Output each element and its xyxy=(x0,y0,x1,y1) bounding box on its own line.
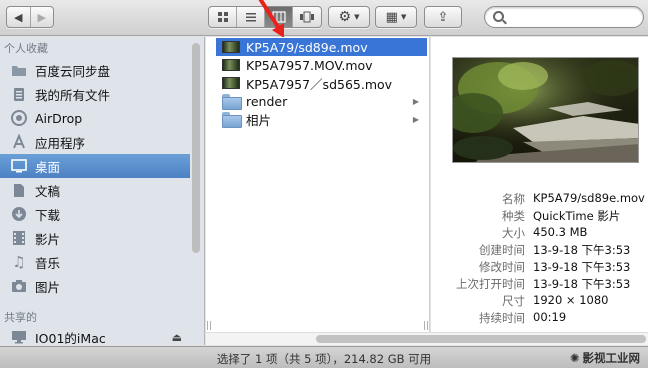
sidebar-item-label: 百度云同步盘 xyxy=(35,63,111,79)
disclosure-arrow-icon: ▶ xyxy=(412,114,419,124)
downloads-icon xyxy=(10,206,28,222)
movie-thumbnail-icon xyxy=(222,41,240,53)
sidebar-item-downloads[interactable]: 下载 xyxy=(0,202,190,226)
sidebar-heading-favorites: 个人收藏 xyxy=(4,42,48,55)
sidebar: 个人收藏 百度云同步盘 我的所有文件 AirDrop 应用程序 桌面 文稿 下载… xyxy=(0,37,205,346)
search-icon xyxy=(493,11,504,22)
nav-buttons: ◀ ▶ xyxy=(6,6,54,28)
icon-view-button[interactable] xyxy=(209,7,237,27)
status-text: 选择了 1 项（共 5 项），214.82 GB 可用 xyxy=(216,352,432,366)
music-icon: ♫ xyxy=(12,253,26,271)
cover-flow-icon xyxy=(300,11,314,23)
list-item[interactable]: KP5A7957／sd565.mov xyxy=(216,74,427,92)
search-field[interactable] xyxy=(484,6,644,28)
movie-thumbnail-icon xyxy=(222,77,240,89)
watermark: ✺ 影视工业网 xyxy=(570,350,640,366)
share-icon: ⇪ xyxy=(437,9,449,25)
sidebar-item-airdrop[interactable]: AirDrop xyxy=(0,106,190,130)
info-row-last-opened: 上次打开时间 13-9-18 下午3:53 xyxy=(456,277,631,291)
list-item[interactable]: 相片 ▶ xyxy=(216,110,427,128)
folder-name: render xyxy=(246,93,288,109)
info-row-kind: 种类 QuickTime 影片 xyxy=(502,209,621,223)
sidebar-item-label: 桌面 xyxy=(35,159,61,175)
sidebar-item-label: 音乐 xyxy=(35,255,61,271)
chevron-down-icon: ▼ xyxy=(354,13,360,21)
action-menu-button[interactable]: ⚙ ▼ xyxy=(328,6,370,28)
documents-icon xyxy=(10,182,28,198)
sidebar-item-movies[interactable]: 影片 xyxy=(0,226,190,250)
scrollbar-thumb[interactable] xyxy=(316,335,646,343)
folder-icon xyxy=(222,94,242,110)
file-name: KP5A7957／sd565.mov xyxy=(246,76,393,92)
list-item[interactable]: KP5A79/sd89e.mov xyxy=(216,38,427,56)
imac-icon xyxy=(10,329,28,345)
forward-arrow-icon: ▶ xyxy=(37,10,46,24)
sidebar-item-label: 图片 xyxy=(35,279,61,295)
toolbar: ◀ ▶ ⚙ ▼ ▦ ▼ ⇪ xyxy=(0,0,648,38)
arrange-icon: ▦ xyxy=(385,9,398,25)
info-row-modified: 修改时间 13-9-18 下午3:53 xyxy=(479,260,631,274)
info-row-name: 名称 KP5A79/sd89e.mov xyxy=(502,191,645,206)
all-files-icon xyxy=(10,86,28,102)
share-button[interactable]: ⇪ xyxy=(424,6,462,28)
icon-view-icon xyxy=(217,12,228,22)
desktop-icon xyxy=(10,158,28,174)
sidebar-item-baidu-sync[interactable]: 百度云同步盘 xyxy=(0,58,190,82)
list-item[interactable]: render ▶ xyxy=(216,92,427,110)
pictures-icon xyxy=(10,278,28,294)
airdrop-icon xyxy=(10,110,28,126)
sidebar-item-label: 影片 xyxy=(35,231,61,247)
gear-icon: ⚙ xyxy=(338,9,352,25)
file-name: KP5A79/sd89e.mov xyxy=(246,39,368,55)
sidebar-item-pictures[interactable]: 图片 xyxy=(0,274,190,298)
back-button[interactable]: ◀ xyxy=(7,7,31,27)
sidebar-item-applications[interactable]: 应用程序 xyxy=(0,130,190,154)
sidebar-scrollbar[interactable] xyxy=(190,39,202,259)
status-bar: 选择了 1 项（共 5 项），214.82 GB 可用 ✺ 影视工业网 xyxy=(0,346,648,368)
video-preview-image[interactable] xyxy=(452,57,639,163)
sidebar-item-label: 下载 xyxy=(35,207,61,223)
info-row-dimensions: 尺寸 1920 × 1080 xyxy=(502,293,609,308)
file-column: KP5A79/sd89e.mov KP5A7957.MOV.mov KP5A79… xyxy=(206,37,430,345)
folder-name: 相片 xyxy=(246,112,272,128)
info-row-duration: 持续时间 00:19 xyxy=(479,310,567,325)
file-name: KP5A7957.MOV.mov xyxy=(246,57,373,73)
preview-scene-image xyxy=(453,58,638,162)
applications-icon xyxy=(10,134,28,150)
sidebar-item-music[interactable]: ♫ 音乐 xyxy=(0,250,190,274)
watermark-logo-icon: ✺ xyxy=(569,351,580,365)
arrange-menu-button[interactable]: ▦ ▼ xyxy=(375,6,417,28)
sidebar-item-label: AirDrop xyxy=(35,110,83,126)
sidebar-item-label: 文稿 xyxy=(35,183,61,199)
sidebar-item-documents[interactable]: 文稿 xyxy=(0,178,190,202)
folder-icon xyxy=(10,62,28,78)
sidebar-heading-shared: 共享的 xyxy=(4,311,37,324)
eject-icon[interactable]: ⏏ xyxy=(172,331,182,344)
sidebar-item-desktop[interactable]: 桌面 xyxy=(0,154,190,178)
watermark-text: 影视工业网 xyxy=(582,351,641,365)
column-resize-handle[interactable]: || xyxy=(423,321,429,331)
movies-icon xyxy=(10,230,28,246)
sidebar-item-all-files[interactable]: 我的所有文件 xyxy=(0,82,190,106)
disclosure-arrow-icon: ▶ xyxy=(412,96,419,106)
movie-thumbnail-icon xyxy=(222,59,240,71)
folder-icon xyxy=(222,112,242,128)
column-resize-handle[interactable]: || xyxy=(206,321,212,331)
cover-flow-button[interactable] xyxy=(293,7,321,27)
list-item[interactable]: KP5A7957.MOV.mov xyxy=(216,56,427,74)
preview-pane: 名称 KP5A79/sd89e.mov 种类 QuickTime 影片 大小 450.… xyxy=(431,37,648,345)
sidebar-item-label: IO01的iMac xyxy=(35,330,106,346)
chevron-down-icon: ▼ xyxy=(400,13,407,21)
sidebar-item-label: 我的所有文件 xyxy=(35,87,111,103)
back-arrow-icon: ◀ xyxy=(14,10,23,24)
horizontal-scrollbar[interactable] xyxy=(206,332,648,345)
info-row-created: 创建时间 13-9-18 下午3:53 xyxy=(479,243,631,257)
info-row-size: 大小 450.3 MB xyxy=(502,225,588,240)
sidebar-item-label: 应用程序 xyxy=(35,135,86,151)
annotation-arrow xyxy=(258,0,284,38)
forward-button[interactable]: ▶ xyxy=(31,7,54,27)
scrollbar-thumb[interactable] xyxy=(192,43,200,253)
